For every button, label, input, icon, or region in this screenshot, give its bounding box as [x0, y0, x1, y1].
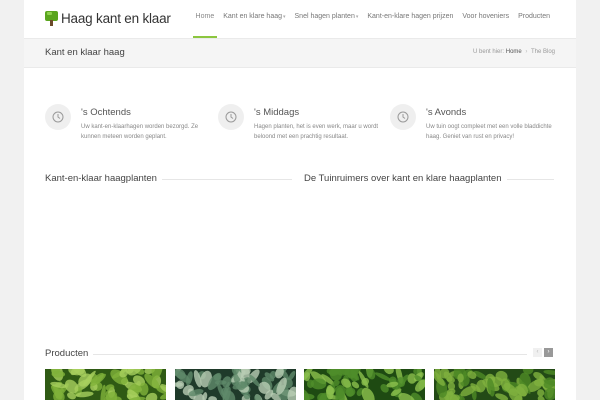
nav-label: Kant-en-klare hagen prijzen	[367, 13, 454, 20]
nav-label: Producten	[518, 13, 550, 20]
nav-label: Home	[195, 13, 215, 20]
site-header: Haag kant en klaar Home Kant en klare haa…	[24, 0, 576, 38]
product-thumbnail[interactable]	[304, 369, 425, 400]
page-title-bar: Kant en klaar haag U bent hier: Home › T…	[24, 38, 576, 68]
breadcrumb-home-link[interactable]: Home	[506, 49, 522, 55]
feature-title: 's Ochtends	[81, 107, 131, 118]
feature-evening: 's Avonds Uw tuin oogt compleet met een …	[390, 104, 555, 144]
section-title-haagplanten: Kant-en-klaar haagplanten	[45, 173, 162, 184]
products-next-button[interactable]: ›	[544, 348, 553, 357]
breadcrumb: U bent hier: Home › The Blog	[473, 49, 555, 55]
clock-icon	[45, 104, 71, 130]
feature-text: Hagen planten, het is even werk, maar u …	[254, 124, 379, 140]
breadcrumb-separator: ›	[525, 49, 528, 55]
tree-logo-icon	[45, 11, 58, 26]
product-thumbnail[interactable]	[434, 369, 555, 400]
nav-item-home[interactable]: Home	[192, 0, 218, 38]
page-title: Kant en klaar haag	[45, 47, 125, 58]
nav-label: Snel hagen planten	[294, 13, 355, 20]
feature-title: 's Avonds	[426, 107, 467, 118]
logo-text: Haag kant en klaar	[61, 11, 171, 26]
section-divider	[45, 354, 527, 355]
chevron-down-icon: ▾	[283, 14, 286, 20]
feature-title: 's Middags	[254, 107, 300, 118]
section-title-tuinruimers: De Tuinruimers over kant en klare haagpl…	[304, 173, 507, 184]
site-logo[interactable]: Haag kant en klaar	[45, 11, 171, 26]
section-title-producten: Producten	[45, 348, 94, 359]
nav-label: Kant en klare haag	[223, 13, 282, 20]
product-thumbnail[interactable]	[175, 369, 296, 400]
feature-text: Uw kant-en-klaarhagen worden bezorgd. Ze…	[81, 124, 199, 140]
product-thumbnail[interactable]	[45, 369, 166, 400]
nav-item-snel-hagen-planten[interactable]: Snel hagen planten▾	[292, 0, 362, 38]
feature-text: Uw tuin oogt compleet met een volle blad…	[426, 124, 552, 140]
breadcrumb-current: The Blog	[530, 49, 555, 55]
products-prev-button[interactable]: ‹	[533, 348, 542, 357]
breadcrumb-prefix: U bent hier:	[473, 49, 505, 55]
clock-icon	[218, 104, 244, 130]
nav-item-voor-hoveniers[interactable]: Voor hoveniers	[459, 0, 512, 38]
page: Haag kant en klaar Home Kant en klare haa…	[24, 0, 576, 400]
clock-icon	[390, 104, 416, 130]
nav-label: Voor hoveniers	[462, 13, 510, 20]
nav-item-kant-en-klare-haag[interactable]: Kant en klare haag▾	[220, 0, 288, 38]
chevron-down-icon: ▾	[355, 14, 359, 20]
feature-morning: 's Ochtends Uw kant-en-klaarhagen worden…	[45, 104, 210, 144]
nav-item-kant-en-klare-hagen-prijzen[interactable]: Kant-en-klare hagen prijzen	[364, 0, 456, 38]
nav-item-producten[interactable]: Producten	[515, 0, 553, 38]
feature-afternoon: 's Middags Hagen planten, het is even we…	[218, 104, 383, 144]
main-nav: Home Kant en klare haag▾ Snel hagen plante…	[190, 0, 553, 38]
